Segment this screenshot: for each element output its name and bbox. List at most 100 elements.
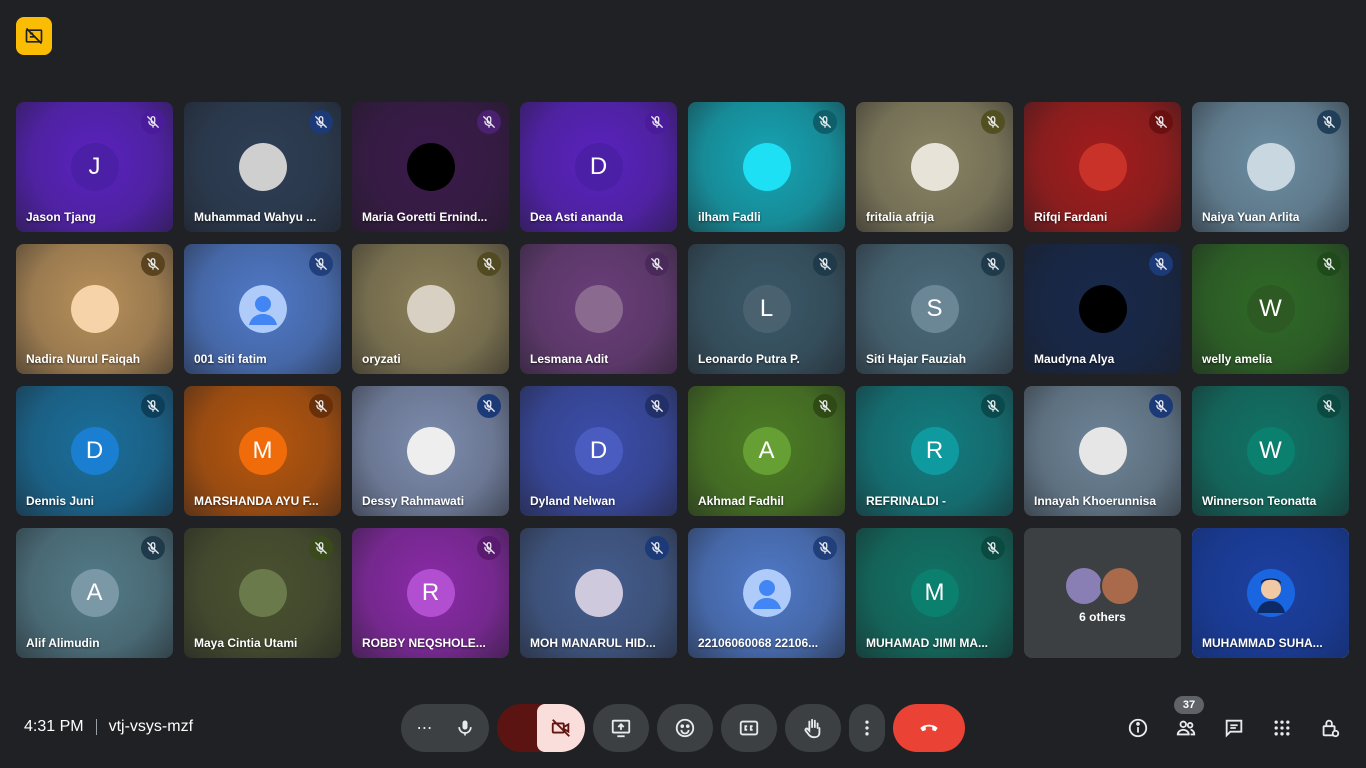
participant-tile[interactable]: Maudyna Alya: [1024, 244, 1181, 374]
muted-mic-indicator: [981, 252, 1005, 276]
mic-off-icon: [483, 258, 495, 270]
raise-hand-button[interactable]: [785, 704, 841, 752]
recording-disabled-badge[interactable]: [16, 17, 52, 55]
meeting-details-button[interactable]: [1126, 716, 1150, 740]
participant-tile[interactable]: R REFRINALDI -: [856, 386, 1013, 516]
participant-name: MARSHANDA AYU F...: [194, 494, 319, 508]
participant-name: Lesmana Adit: [530, 352, 609, 366]
participant-tile[interactable]: Rifqi Fardani: [1024, 102, 1181, 232]
participant-tile[interactable]: D Dyland Nelwan: [520, 386, 677, 516]
participant-tile[interactable]: ilham Fadli: [688, 102, 845, 232]
avatar: [238, 285, 287, 333]
more-options-button[interactable]: [849, 704, 885, 752]
camera-button[interactable]: [537, 704, 585, 752]
avatar: [574, 569, 623, 617]
others-tile[interactable]: 6 others: [1024, 528, 1181, 658]
muted-mic-indicator: [1317, 394, 1341, 418]
participant-tile[interactable]: A Akhmad Fadhil: [688, 386, 845, 516]
mic-off-icon: [315, 542, 327, 554]
participant-tile[interactable]: D Dennis Juni: [16, 386, 173, 516]
avatar: A: [70, 569, 119, 617]
self-tile[interactable]: MUHAMMAD SUHA...: [1192, 528, 1349, 658]
participant-name: MUHAMMAD SUHA...: [1202, 636, 1323, 650]
participant-tile[interactable]: J Jason Tjang: [16, 102, 173, 232]
participant-tile[interactable]: Dessy Rahmawati: [352, 386, 509, 516]
default-person-icon: [742, 569, 791, 617]
activities-button[interactable]: [1270, 716, 1294, 740]
participant-name: 001 siti fatim: [194, 352, 267, 366]
muted-mic-indicator: [141, 252, 165, 276]
muted-mic-indicator: [309, 394, 333, 418]
participant-name: Nadira Nurul Faiqah: [26, 352, 141, 366]
participant-tile[interactable]: Maya Cintia Utami: [184, 528, 341, 658]
leave-call-button[interactable]: [893, 704, 965, 752]
bottom-toolbar: 4:31 PM vtj-vsys-mzf ⋯ 37: [0, 696, 1366, 756]
avatar: A: [742, 427, 791, 475]
participant-tile[interactable]: W Winnerson Teonatta: [1192, 386, 1349, 516]
participant-tile[interactable]: D Dea Asti ananda: [520, 102, 677, 232]
participant-tile[interactable]: S Siti Hajar Fauziah: [856, 244, 1013, 374]
mic-off-icon: [147, 116, 159, 128]
participant-tile[interactable]: A Alif Alimudin: [16, 528, 173, 658]
participant-tile[interactable]: Wwelly amelia: [1192, 244, 1349, 374]
mic-off-icon: [987, 258, 999, 270]
participant-tile[interactable]: 22106060068 22106...: [688, 528, 845, 658]
captions-button[interactable]: [721, 704, 777, 752]
more-vertical-icon: [865, 720, 869, 736]
others-label: 6 others: [1079, 610, 1126, 624]
participant-name: MOH MANARUL HID...: [530, 636, 656, 650]
participant-tile[interactable]: Nadira Nurul Faiqah: [16, 244, 173, 374]
present-button[interactable]: [593, 704, 649, 752]
participant-tile[interactable]: fritalia afrija: [856, 102, 1013, 232]
muted-mic-indicator: [309, 252, 333, 276]
people-button[interactable]: 37: [1174, 696, 1204, 740]
camera-group: [497, 704, 585, 752]
participant-tile[interactable]: MOH MANARUL HID...: [520, 528, 677, 658]
participant-tile[interactable]: L Leonardo Putra P.: [688, 244, 845, 374]
participant-name: 22106060068 22106...: [698, 636, 819, 650]
mic-off-icon: [147, 258, 159, 270]
muted-mic-indicator: [645, 536, 669, 560]
mic-off-icon: [819, 258, 831, 270]
reactions-button[interactable]: [657, 704, 713, 752]
participant-tile[interactable]: Muhammad Wahyu ...: [184, 102, 341, 232]
participant-tile[interactable]: Lesmana Adit: [520, 244, 677, 374]
participant-tile[interactable]: R ROBBY NEQSHOLE...: [352, 528, 509, 658]
more-horizontal-icon[interactable]: ⋯: [405, 718, 445, 738]
participant-name: Dea Asti ananda: [530, 210, 623, 224]
activities-grid-icon: [1274, 720, 1290, 736]
mic-off-icon: [315, 116, 327, 128]
avatar: L: [742, 285, 791, 333]
avatar: [1099, 566, 1140, 606]
avatar: [574, 285, 623, 333]
participant-tile[interactable]: Innayah Khoerunnisa: [1024, 386, 1181, 516]
participant-tile[interactable]: 001 siti fatim: [184, 244, 341, 374]
participant-name: MUHAMAD JIMI MA...: [866, 636, 988, 650]
mic-icon: [458, 720, 472, 736]
captions-icon: [739, 720, 759, 736]
participant-tile[interactable]: Naiya Yuan Arlita: [1192, 102, 1349, 232]
mic-off-icon: [315, 258, 327, 270]
muted-mic-indicator: [981, 110, 1005, 134]
participant-tile[interactable]: M MUHAMAD JIMI MA...: [856, 528, 1013, 658]
participant-count-badge: 37: [1174, 696, 1204, 714]
host-controls-button[interactable]: [1318, 716, 1342, 740]
mic-off-icon: [987, 542, 999, 554]
muted-mic-indicator: [141, 536, 165, 560]
avatar: [1246, 569, 1295, 617]
muted-mic-indicator: [309, 536, 333, 560]
camera-off-icon: [551, 719, 570, 737]
muted-mic-indicator: [981, 394, 1005, 418]
meeting-code[interactable]: vtj-vsys-mzf: [109, 718, 193, 736]
avatar: [1078, 427, 1127, 475]
participant-tile[interactable]: oryzati: [352, 244, 509, 374]
participant-tile[interactable]: Maria Goretti Ernind...: [352, 102, 509, 232]
participant-tile[interactable]: M MARSHANDA AYU F...: [184, 386, 341, 516]
muted-mic-indicator: [1317, 252, 1341, 276]
muted-mic-indicator: [477, 252, 501, 276]
mic-off-icon: [1155, 400, 1167, 412]
avatar: M: [238, 427, 287, 475]
chat-button[interactable]: [1222, 716, 1246, 740]
mic-button[interactable]: [445, 708, 485, 748]
participant-name: Dyland Nelwan: [530, 494, 616, 508]
